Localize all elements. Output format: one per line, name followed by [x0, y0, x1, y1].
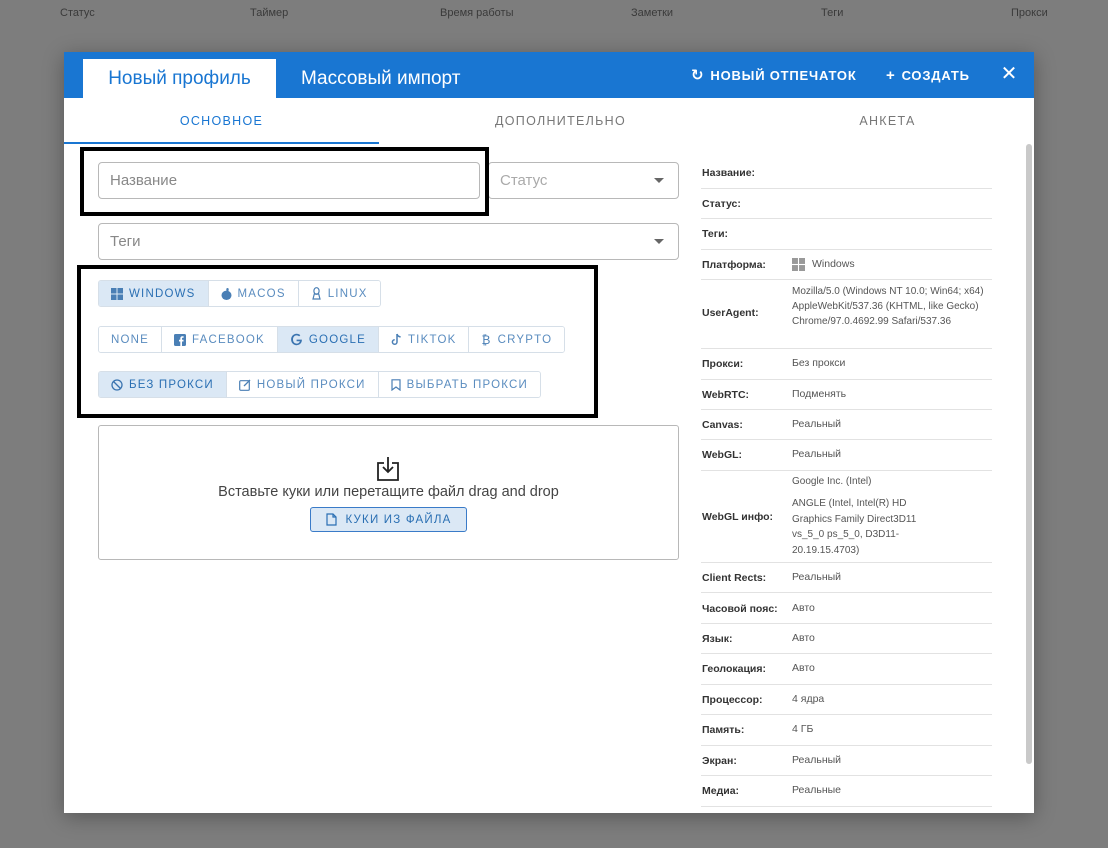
cookies-from-file-button[interactable]: КУКИ ИЗ ФАЙЛА	[310, 507, 467, 532]
create-label: СОЗДАТЬ	[901, 67, 970, 83]
new-profile-dialog: Новый профиль Массовый импорт ↻ НОВЫЙ ОТ…	[64, 52, 1034, 813]
column-notes: Заметки	[631, 7, 674, 19]
summary-row-proxy: Прокси: Без прокси	[701, 349, 992, 380]
summary-row-webrtc: WebRTC: Подменять	[701, 380, 992, 410]
summary-name-label: Название:	[702, 167, 756, 179]
scrollbar[interactable]	[1026, 144, 1032, 764]
new-fingerprint-button[interactable]: ↻ НОВЫЙ ОТПЕЧАТОК	[691, 65, 857, 85]
summary-row-canvas: Canvas: Реальный	[701, 410, 992, 440]
summary-row-client-rects: Client Rects: Реальный	[701, 563, 992, 593]
summary-proxy-label: Прокси:	[702, 358, 744, 370]
background-table-header: Статус Таймер Время работы Заметки Теги …	[0, 0, 1108, 30]
summary-platform-label: Платформа:	[702, 259, 766, 271]
summary-webgl-label: WebGL:	[702, 449, 743, 461]
summary-row-useragent: UserAgent: Mozilla/5.0 (Windows NT 10.0;…	[701, 280, 992, 349]
new-fingerprint-label: НОВЫЙ ОТПЕЧАТОК	[710, 67, 857, 83]
summary-row-name: Название:	[701, 158, 992, 189]
profile-subtabs: ОСНОВНОЕ ДОПОЛНИТЕЛЬНО АНКЕТА	[64, 98, 1034, 144]
summary-row-language: Язык: Авто	[701, 624, 992, 654]
summary-canvas-value: Реальный	[792, 418, 842, 430]
summary-row-timezone: Часовой пояс: Авто	[701, 593, 992, 624]
tab-main[interactable]: ОСНОВНОЕ	[64, 98, 379, 144]
summary-client-rects-value: Реальный	[792, 571, 842, 583]
summary-platform-value: Windows	[792, 257, 992, 273]
summary-row-memory: Память: 4 ГБ	[701, 715, 992, 746]
summary-timezone-label: Часовой пояс:	[702, 603, 778, 615]
plus-icon: +	[886, 66, 896, 84]
summary-status-label: Статус:	[702, 198, 741, 210]
download-icon	[377, 457, 399, 481]
summary-media-label: Медиа:	[702, 785, 740, 797]
summary-webgl-info-renderer: ANGLE (Intel, Intel(R) HD Graphics Famil…	[792, 498, 917, 556]
summary-media-value: Реальные	[792, 784, 842, 796]
cookies-from-file-label: КУКИ ИЗ ФАЙЛА	[345, 513, 452, 526]
summary-row-status: Статус:	[701, 189, 992, 219]
summary-row-webgl-info: WebGL инфо: Google Inc. (Intel) ANGLE (I…	[701, 471, 992, 563]
cookies-hint: Вставьте куки или перетащите файл drag a…	[218, 484, 559, 500]
summary-row-screen: Экран: Реальный	[701, 746, 992, 776]
highlight-frame-name	[80, 147, 489, 216]
column-tags: Теги	[821, 7, 844, 19]
dialog-header: Новый профиль Массовый импорт ↻ НОВЫЙ ОТ…	[64, 52, 1034, 98]
summary-webgl-value: Реальный	[792, 448, 842, 460]
summary-row-media: Медиа: Реальные	[701, 776, 992, 807]
column-work-time: Время работы	[440, 7, 514, 19]
column-timer: Таймер	[250, 7, 289, 19]
summary-cpu-value: 4 ядра	[792, 693, 825, 705]
summary-webgl-info-vendor: Google Inc. (Intel)	[792, 476, 872, 487]
cookies-dropzone[interactable]: Вставьте куки или перетащите файл drag a…	[98, 425, 679, 560]
summary-useragent-label: UserAgent:	[702, 307, 759, 319]
summary-row-webgl: WebGL: Реальный	[701, 440, 992, 471]
summary-tags-label: Теги:	[702, 228, 729, 240]
summary-language-label: Язык:	[702, 633, 733, 645]
summary-language-value: Авто	[792, 632, 815, 644]
summary-memory-value: 4 ГБ	[792, 723, 814, 735]
summary-webrtc-label: WebRTC:	[702, 389, 750, 401]
summary-screen-label: Экран:	[702, 755, 737, 767]
summary-proxy-value: Без прокси	[792, 357, 846, 369]
summary-canvas-label: Canvas:	[702, 419, 743, 431]
tab-mass-import[interactable]: Массовый импорт	[301, 59, 460, 98]
tags-placeholder: Теги	[110, 233, 141, 250]
column-status: Статус	[60, 7, 95, 19]
summary-client-rects-label: Client Rects:	[702, 572, 767, 584]
highlight-frame-options	[77, 265, 598, 418]
status-select[interactable]: Статус	[488, 162, 679, 199]
summary-timezone-value: Авто	[792, 602, 815, 614]
tab-new-profile[interactable]: Новый профиль	[83, 59, 276, 98]
close-icon[interactable]: ✕	[998, 63, 1020, 85]
summary-geo-label: Геолокация:	[702, 663, 766, 675]
column-proxy: Прокси	[1011, 7, 1048, 19]
create-button[interactable]: + СОЗДАТЬ	[886, 65, 970, 85]
file-icon	[325, 513, 337, 526]
tags-select[interactable]: Теги	[98, 223, 679, 260]
summary-screen-value: Реальный	[792, 754, 842, 766]
summary-row-geolocation: Геолокация: Авто	[701, 654, 992, 685]
active-tab-indicator	[64, 142, 379, 144]
chevron-down-icon	[654, 239, 664, 244]
summary-cpu-label: Процессор:	[702, 694, 763, 706]
summary-row-cpu: Процессор: 4 ядра	[701, 685, 992, 715]
tab-form[interactable]: АНКЕТА	[730, 98, 1034, 144]
summary-row-tags: Теги:	[701, 219, 992, 250]
tab-extra[interactable]: ДОПОЛНИТЕЛЬНО	[403, 98, 718, 144]
summary-row-platform: Платформа: Windows	[701, 250, 992, 280]
refresh-icon: ↻	[691, 67, 705, 84]
summary-webrtc-value: Подменять	[792, 388, 847, 400]
status-placeholder: Статус	[500, 172, 548, 189]
summary-webgl-info-label: WebGL инфо:	[702, 511, 774, 523]
summary-useragent-value: Mozilla/5.0 (Windows NT 10.0; Win64; x64…	[792, 286, 984, 327]
windows-icon	[792, 258, 805, 272]
chevron-down-icon	[654, 178, 664, 183]
summary-memory-label: Память:	[702, 724, 745, 736]
summary-geo-value: Авто	[792, 662, 815, 674]
